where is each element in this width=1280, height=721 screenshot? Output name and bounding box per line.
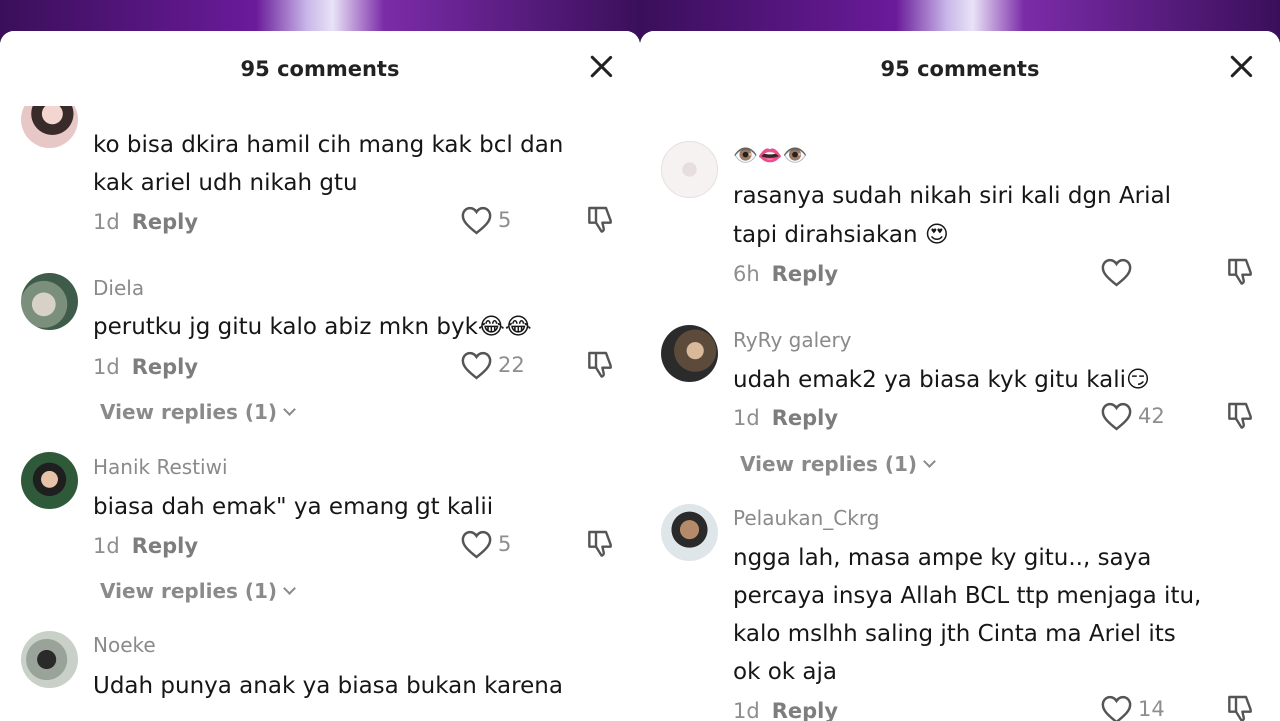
reply-button[interactable]: Reply [132, 355, 198, 379]
comment-text-line: ko bisa dkira hamil cih mang kak bcl dan [93, 132, 564, 158]
dislike-button[interactable] [1224, 256, 1256, 288]
panel-header: 95 comments [0, 31, 640, 106]
view-replies-label: View replies (1) [740, 452, 918, 476]
dislike-button[interactable] [584, 204, 616, 236]
comment-age: 1d [733, 406, 760, 430]
comment-text-line: kalo mslhh saling jth Cinta ma Ariel its [733, 621, 1176, 647]
comment-meta: 1d Reply [93, 355, 198, 379]
comment-username[interactable]: Diela [93, 276, 144, 300]
thumbs-down-icon [588, 206, 612, 233]
like-button[interactable]: 14 [1100, 693, 1165, 721]
like-count: 5 [498, 532, 512, 556]
dislike-button[interactable] [584, 528, 616, 560]
comments-count-title: 95 comments [880, 57, 1040, 81]
like-count: 22 [498, 353, 525, 377]
view-replies-button[interactable]: View replies (1) [740, 452, 936, 476]
dislike-button[interactable] [1224, 400, 1256, 432]
comment-text-line: percaya insya Allah BCL ttp menjaga itu, [733, 583, 1202, 609]
close-icon[interactable] [1228, 53, 1254, 79]
view-replies-button[interactable]: View replies (1) [100, 579, 296, 603]
heart-outline-icon [461, 206, 492, 235]
like-count: 42 [1138, 404, 1165, 428]
view-replies-label: View replies (1) [100, 579, 278, 603]
comment-username[interactable]: Hanik Restiwi [93, 455, 228, 479]
avatar[interactable] [661, 325, 718, 382]
chevron-down-icon [283, 582, 296, 595]
comment-text-line: biasa dah emak" ya emang gt kalii [93, 494, 494, 520]
avatar[interactable] [21, 452, 78, 509]
comment-username[interactable]: 👁️👄👁️ [733, 143, 808, 167]
thumbs-down-icon [1228, 695, 1252, 721]
comment-age: 6h [733, 262, 760, 286]
heart-outline-icon [1101, 695, 1132, 721]
like-button[interactable]: 5 [460, 204, 511, 236]
comment-username[interactable]: RyRy galery [733, 328, 852, 352]
comment-username[interactable]: Noeke [93, 633, 156, 657]
comment-meta: 1d Reply [733, 699, 838, 721]
comment-text-line: Udah punya anak ya biasa bukan karena [93, 673, 563, 699]
comment-username[interactable]: Pelaukan_Ckrg [733, 506, 879, 530]
reply-button[interactable]: Reply [132, 210, 198, 234]
like-button[interactable]: 5 [460, 528, 511, 560]
view-replies-button[interactable]: View replies (1) [100, 400, 296, 424]
comment-text-line: tapi dirahsiakan 😍 [733, 222, 949, 248]
comment-age: 1d [93, 355, 120, 379]
reply-button[interactable]: Reply [772, 406, 838, 430]
comment-age: 1d [93, 210, 120, 234]
heart-outline-icon [1101, 258, 1132, 287]
heart-outline-icon [461, 351, 492, 380]
reply-button[interactable]: Reply [772, 699, 838, 721]
comment-text-line: ngga lah, masa ampe ky gitu.., saya [733, 545, 1152, 571]
comment-text-line: rasanya sudah nikah siri kali dgn Arial [733, 183, 1172, 209]
comment-age: 1d [93, 534, 120, 558]
comments-count-title: 95 comments [240, 57, 400, 81]
comments-panel-right: 95 comments 👁️👄👁️ rasanya sudah nikah si… [640, 31, 1280, 721]
comment-text-line: kak ariel udh nikah gtu [93, 170, 358, 196]
comment-meta: 1d Reply [733, 406, 838, 430]
heart-outline-icon [1101, 402, 1132, 431]
heart-outline-icon [461, 530, 492, 559]
reply-button[interactable]: Reply [132, 534, 198, 558]
panel-header: 95 comments [640, 31, 1280, 106]
avatar[interactable] [661, 141, 718, 198]
chevron-down-icon [283, 403, 296, 416]
comment-text-line: perutku jg gitu kalo abiz mkn byk😂😂 [93, 314, 532, 340]
comment-meta: 1d Reply [93, 210, 198, 234]
like-count: 14 [1138, 697, 1165, 721]
chevron-down-icon [923, 455, 936, 468]
dislike-button[interactable] [584, 349, 616, 381]
like-button[interactable]: 22 [460, 349, 525, 381]
thumbs-down-icon [588, 351, 612, 378]
avatar[interactable] [21, 631, 78, 688]
comment-meta: 6h Reply [733, 262, 838, 286]
like-button[interactable]: 42 [1100, 400, 1165, 432]
thumbs-down-icon [1228, 402, 1252, 429]
thumbs-down-icon [588, 530, 612, 557]
comment-text-line: ok ok aja [733, 659, 837, 685]
view-replies-label: View replies (1) [100, 400, 278, 424]
comment-age: 1d [733, 699, 760, 721]
avatar[interactable] [21, 273, 78, 330]
avatar[interactable] [661, 504, 718, 561]
close-icon[interactable] [588, 53, 614, 79]
like-count: 5 [498, 208, 512, 232]
reply-button[interactable]: Reply [772, 262, 838, 286]
like-button[interactable] [1100, 256, 1138, 288]
comment-text-line: udah emak2 ya biasa kyk gitu kali😏 [733, 367, 1150, 393]
thumbs-down-icon [1228, 258, 1252, 285]
comment-meta: 1d Reply [93, 534, 198, 558]
comments-panel-left: ko bisa dkira hamil cih mang kak bcl dan… [0, 31, 640, 721]
dislike-button[interactable] [1224, 693, 1256, 721]
